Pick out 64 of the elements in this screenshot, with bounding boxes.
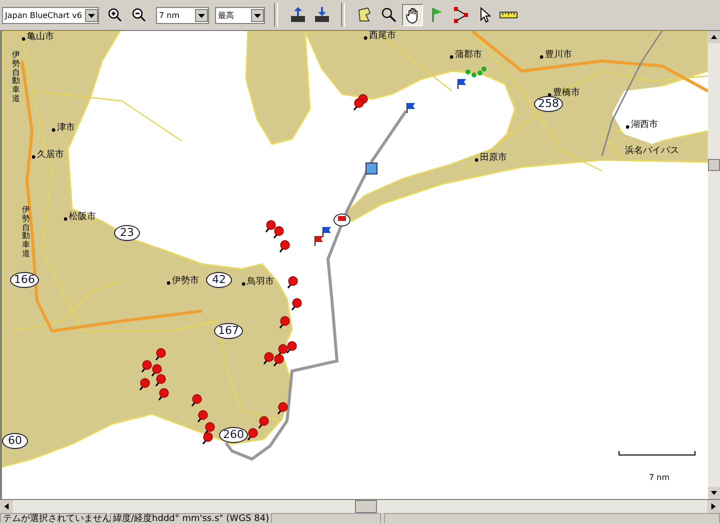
flag-icon[interactable] <box>314 236 323 246</box>
map-label: 津市 <box>52 123 75 133</box>
hand-tool-button[interactable] <box>402 4 423 26</box>
map-label: 松阪市 <box>64 212 96 222</box>
zoom-icon <box>380 6 398 24</box>
zoom-in-icon <box>106 7 122 23</box>
map-label: 湖西市 <box>626 120 658 130</box>
map-label: 田原市 <box>475 153 507 163</box>
map-label: 亀山市 <box>22 32 54 42</box>
flag-icon[interactable] <box>322 226 331 238</box>
pushpin-icon[interactable] <box>204 422 215 434</box>
map-label: 伊勢市 <box>167 276 199 286</box>
pushpin-icon[interactable] <box>353 98 364 110</box>
detail-level-dropdown[interactable]: 最高 <box>215 6 265 24</box>
pushpin-icon[interactable] <box>286 341 297 354</box>
map-label: 鳥羽市 <box>242 277 274 287</box>
upload-device-icon <box>288 6 306 24</box>
pushpin-icon[interactable] <box>139 378 150 390</box>
map-label: 久居市 <box>32 150 64 160</box>
scroll-up-icon[interactable] <box>708 31 720 43</box>
pushpin-icon[interactable] <box>151 364 162 376</box>
pushpin-icon[interactable] <box>155 374 166 386</box>
route-shield: 23 <box>114 225 140 241</box>
pushpin-icon[interactable] <box>263 352 274 364</box>
scale-label: 7 nm <box>649 473 670 482</box>
map-label: 浜名バイパス <box>625 146 679 156</box>
pushpin-icon[interactable] <box>202 432 213 444</box>
pushpin-icon[interactable] <box>273 226 284 238</box>
zoom-scale-dropdown[interactable]: 7 nm <box>156 6 209 24</box>
scroll-left-icon[interactable] <box>0 500 13 513</box>
map-label: 蒲郡市 <box>450 50 482 60</box>
vertical-scrollbar[interactable] <box>708 31 720 499</box>
zoom-out-icon <box>130 7 146 23</box>
pushpin-icon[interactable] <box>277 402 288 414</box>
flag-icon[interactable] <box>458 78 466 90</box>
map-label: 伊勢自動車道 <box>22 206 30 259</box>
pushpin-icon[interactable] <box>287 276 298 288</box>
pushpin-icon[interactable] <box>197 410 208 422</box>
download-device-icon <box>312 6 330 24</box>
map-label: 豊川市 <box>540 50 572 60</box>
map-product-dropdown[interactable]: Japan BlueChart v6 <box>2 6 99 24</box>
scroll-down-icon[interactable] <box>708 487 720 499</box>
pushpin-icon[interactable] <box>158 388 169 400</box>
route-icon <box>452 6 470 24</box>
scroll-thumb[interactable] <box>355 500 377 513</box>
flag-icon[interactable] <box>406 102 415 114</box>
pushpin-icon[interactable] <box>258 416 269 428</box>
pushpin-icon[interactable] <box>273 354 284 366</box>
scroll-thumb[interactable] <box>708 159 720 171</box>
pushpin-icon[interactable] <box>141 360 152 372</box>
map-label: 伊勢自動車道 <box>12 51 20 104</box>
marker-dots-icon[interactable] <box>466 66 486 78</box>
pushpin-icon[interactable] <box>265 220 276 232</box>
status-pane: 緯度/経度hddd° mm'ss.s" (WGS 84) <box>110 513 268 523</box>
pushpin-icon[interactable] <box>155 348 166 360</box>
map-label: 豊橋市 <box>548 88 580 98</box>
pushpin-icon[interactable] <box>279 240 290 252</box>
pushpin-icon[interactable] <box>279 316 290 328</box>
pushpin-icon[interactable] <box>247 428 258 440</box>
pushpin-icon[interactable] <box>191 394 202 406</box>
scroll-right-icon[interactable] <box>707 500 720 513</box>
horizontal-scrollbar[interactable] <box>0 499 720 513</box>
map-area-icon <box>356 6 374 24</box>
pushpin-icon[interactable] <box>291 298 302 310</box>
